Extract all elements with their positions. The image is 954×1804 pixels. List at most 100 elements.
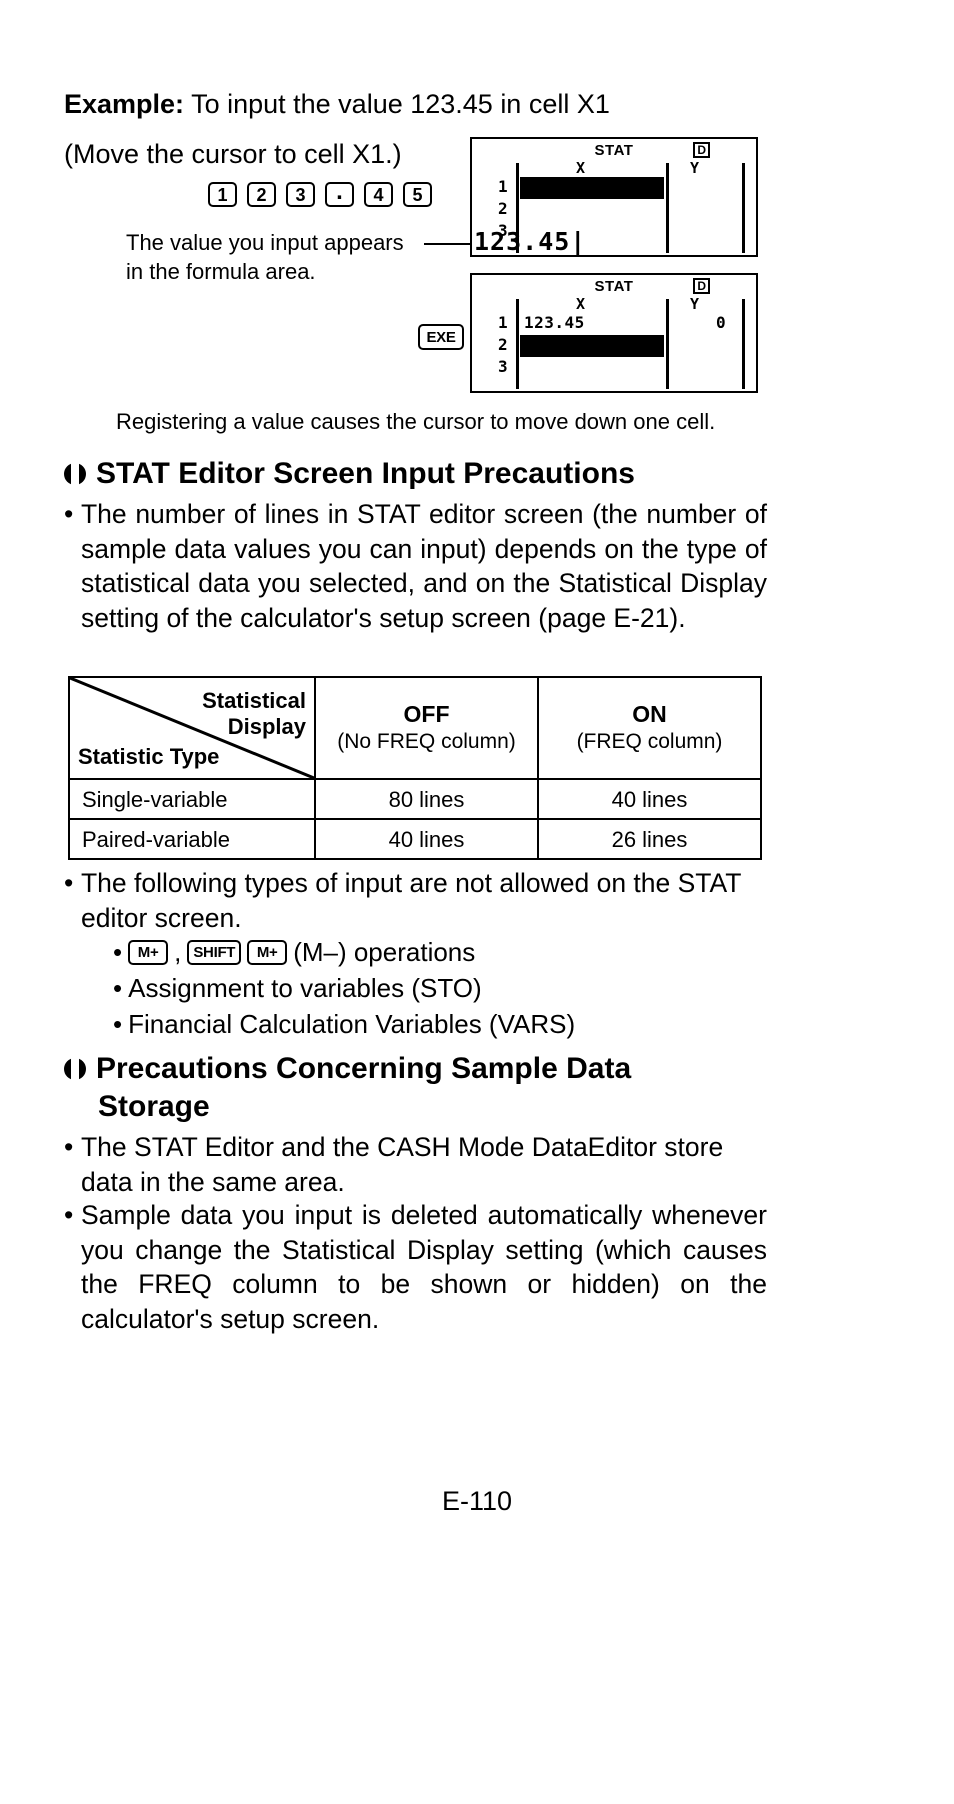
bullet-icon: • [113, 1009, 123, 1039]
paragraph-text: The number of lines in STAT editor scree… [81, 499, 767, 633]
bullet-icon: • [64, 499, 74, 529]
corner-label-line1: Statistical [202, 688, 306, 713]
row-number-1: 1 [498, 313, 508, 332]
example-label: Example: [64, 89, 185, 119]
key-4[interactable]: 4 [364, 182, 393, 207]
section-heading-stat-editor: STAT Editor Screen Input Precautions [64, 455, 635, 493]
column-separator-left [516, 299, 519, 389]
cell-value-x1: 123.45 [524, 313, 585, 332]
page-number: E-110 [441, 1486, 513, 1516]
lcd-status-bar-2: STAT D [472, 278, 756, 298]
section-bullet-icon [64, 1058, 86, 1080]
lcd-inner-2: STAT D X Y 1 2 3 123.45 0 [472, 275, 756, 391]
column-separator-right [742, 163, 745, 253]
column-header-x: X [576, 295, 586, 313]
caption-line-1: The value you input appears [126, 230, 404, 255]
header-off-main: OFF [403, 701, 450, 727]
paragraph-text: Sample data you input is deleted automat… [81, 1200, 767, 1334]
key-1[interactable]: 1 [208, 182, 237, 207]
paragraph-line-count: • The number of lines in STAT editor scr… [64, 497, 767, 635]
lcd-screen-input: STAT D X Y 1 2 3 123.45| [470, 137, 758, 257]
register-note: Registering a value causes the cursor to… [116, 409, 716, 434]
row-number-1: 1 [498, 177, 508, 196]
cell-value-y1: 0 [716, 313, 727, 332]
cell-single-on: 40 lines [537, 778, 762, 820]
header-off-sub: (No FREQ column) [337, 730, 516, 753]
table-header-on: ON (FREQ column) [537, 676, 762, 780]
d-indicator: D [693, 142, 710, 158]
list-item-label: Financial Calculation Variables (VARS) [128, 1009, 576, 1039]
lcd-screen-registered: STAT D X Y 1 2 3 123.45 0 [470, 273, 758, 393]
table-header-row: Statistical Display Statistic Type OFF (… [68, 676, 762, 780]
exe-key-wrap: EXE [418, 324, 464, 350]
section-heading-sample-data-storage: Precautions Concerning Sample Data Stora… [64, 1050, 864, 1126]
header-on-main: ON [632, 701, 667, 727]
lcd-status-bar: STAT D [472, 142, 756, 162]
disallowed-input-list: • M+ , SHIFT M+ (M–) operations • Assign… [113, 935, 575, 1043]
bullet-icon: • [113, 973, 123, 1003]
key-3[interactable]: 3 [286, 182, 315, 207]
row-number-2: 2 [498, 199, 508, 218]
caption-leader-line [424, 243, 474, 245]
key-shift[interactable]: SHIFT [187, 939, 242, 965]
comma-separator: , [174, 937, 182, 967]
row-number-2: 2 [498, 335, 508, 354]
row-label-single-variable: Single-variable [68, 778, 316, 820]
list-item: • Financial Calculation Variables (VARS) [113, 1007, 575, 1041]
corner-label-line2: Display [227, 714, 306, 739]
column-header-x: X [576, 159, 586, 177]
column-header-y: Y [690, 159, 700, 177]
stat-indicator: STAT [594, 278, 634, 295]
column-separator-mid [666, 163, 669, 253]
bullet-icon: • [64, 1132, 74, 1162]
row-label-paired-variable: Paired-variable [68, 818, 316, 860]
paragraph-text: The STAT Editor and the CASH Mode DataEd… [81, 1132, 724, 1197]
list-item: • Assignment to variables (STO) [113, 971, 575, 1005]
paragraph-text: The following types of input are not all… [81, 868, 741, 933]
cell-paired-on: 26 lines [537, 818, 762, 860]
d-indicator: D [693, 278, 710, 294]
key-m-plus-2[interactable]: M+ [247, 939, 288, 965]
bullet-icon: • [113, 937, 123, 967]
table-header-off: OFF (No FREQ column) [314, 676, 539, 780]
key-5[interactable]: 5 [403, 182, 432, 207]
column-separator-mid [666, 299, 669, 389]
key-m-plus[interactable]: M+ [128, 939, 169, 965]
section-bullet-icon [64, 463, 86, 485]
stat-indicator: STAT [594, 142, 634, 159]
key-2[interactable]: 2 [247, 182, 276, 207]
section-heading-text-line1: Precautions Concerning Sample Data [96, 1052, 632, 1085]
key-sequence: 1 2 3 . 4 5 [208, 179, 432, 207]
formula-area-value: 123.45| [474, 227, 587, 256]
example-line: Example: To input the value 123.45 in ce… [64, 86, 894, 122]
page-footer: E-110 [0, 1486, 954, 1517]
table-row: Paired-variable 40 lines 26 lines [68, 818, 762, 860]
corner-label-statistic-type: Statistic Type [78, 744, 220, 769]
table-corner-cell: Statistical Display Statistic Type [68, 676, 316, 780]
cell-paired-off: 40 lines [314, 818, 539, 860]
list-item-label: Assignment to variables (STO) [128, 973, 482, 1003]
caption-line-2: in the formula area. [126, 259, 316, 284]
column-separator-right [742, 299, 745, 389]
cell-cursor-x1 [520, 177, 664, 199]
cell-cursor-x2 [520, 335, 664, 357]
key-decimal-point[interactable]: . [325, 179, 354, 207]
row-number-3: 3 [498, 357, 508, 376]
bullet-icon: • [64, 868, 74, 898]
bullet-icon: • [64, 1200, 74, 1230]
list-item: • M+ , SHIFT M+ (M–) operations [113, 935, 575, 969]
paragraph-same-area: • The STAT Editor and the CASH Mode Data… [64, 1130, 767, 1199]
example-text: To input the value 123.45 in cell X1 [191, 89, 610, 119]
paragraph-disallowed-input: • The following types of input are not a… [64, 866, 767, 935]
lcd-inner: STAT D X Y 1 2 3 123.45| [472, 139, 756, 255]
paragraph-auto-delete: • Sample data you input is deleted autom… [64, 1198, 767, 1336]
cell-single-off: 80 lines [314, 778, 539, 820]
manual-page: Example: To input the value 123.45 in ce… [0, 0, 954, 1804]
key-exe[interactable]: EXE [418, 324, 464, 350]
stat-editor-grid-2: X Y 1 2 3 123.45 0 [494, 295, 752, 391]
header-on-sub: (FREQ column) [576, 730, 723, 753]
column-header-y: Y [690, 295, 700, 313]
section-heading-text: STAT Editor Screen Input Precautions [96, 457, 635, 490]
formula-area-caption: The value you input appears in the formu… [126, 228, 456, 286]
lines-capacity-table: Statistical Display Statistic Type OFF (… [68, 676, 762, 860]
